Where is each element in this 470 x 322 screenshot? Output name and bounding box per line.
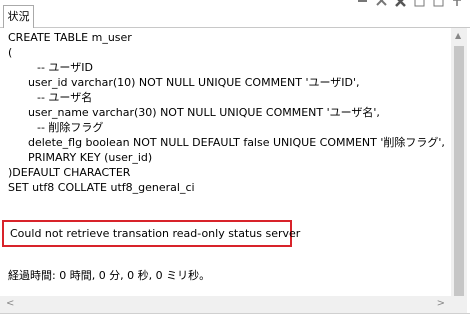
sql-line: user_id varchar(10) NOT NULL UNIQUE COMM… [28, 76, 360, 89]
status-output-area[interactable]: CREATE TABLE m_user ( -- ユーザID user_id v… [0, 28, 451, 296]
sql-line: PRIMARY KEY (user_id) [28, 151, 153, 164]
copy-icon[interactable] [413, 0, 426, 8]
remove-icon[interactable] [394, 0, 407, 8]
sql-line: -- ユーザ名 [37, 91, 93, 104]
sql-line: )DEFAULT CHARACTER [8, 166, 131, 179]
sql-line: CREATE TABLE m_user [8, 31, 132, 44]
scrollbar-corner [451, 296, 467, 313]
bottom-border [0, 313, 470, 322]
sql-line: user_name varchar(30) NOT NULL UNIQUE CO… [28, 106, 380, 119]
scroll-left-icon[interactable]: < [6, 299, 14, 309]
minimize-icon[interactable] [356, 0, 369, 8]
error-highlight-box: Could not retrieve transation read-only … [2, 220, 300, 247]
scroll-up-icon[interactable]: ▲ [455, 32, 461, 40]
paste-icon[interactable] [432, 0, 445, 8]
scroll-right-icon[interactable]: > [437, 299, 445, 309]
close-all-icon[interactable] [375, 0, 388, 8]
view-toolbar [356, 0, 464, 8]
vertical-scroll-thumb[interactable] [454, 46, 464, 296]
sql-line: delete_flg boolean NOT NULL DEFAULT fals… [28, 136, 445, 149]
elapsed-time: 経過時間: 0 時間, 0 分, 0 秒, 0 ミリ秒。 [8, 269, 211, 282]
sql-statement: CREATE TABLE m_user ( -- ユーザID user_id v… [8, 30, 445, 195]
sql-line: -- ユーザID [37, 61, 93, 74]
sql-line: SET utf8 COLLATE utf8_general_ci [8, 181, 195, 194]
pin-icon[interactable] [451, 0, 464, 8]
error-message: Could not retrieve transation read-only … [10, 227, 301, 240]
vertical-scrollbar[interactable]: ▲ [451, 28, 467, 296]
horizontal-scrollbar[interactable]: < > [0, 296, 451, 313]
sql-line: ( [8, 46, 13, 59]
tab-status[interactable]: 状況 [3, 5, 34, 28]
sql-line: -- 削除フラグ [37, 121, 104, 134]
view-header: 状況 [0, 0, 470, 28]
